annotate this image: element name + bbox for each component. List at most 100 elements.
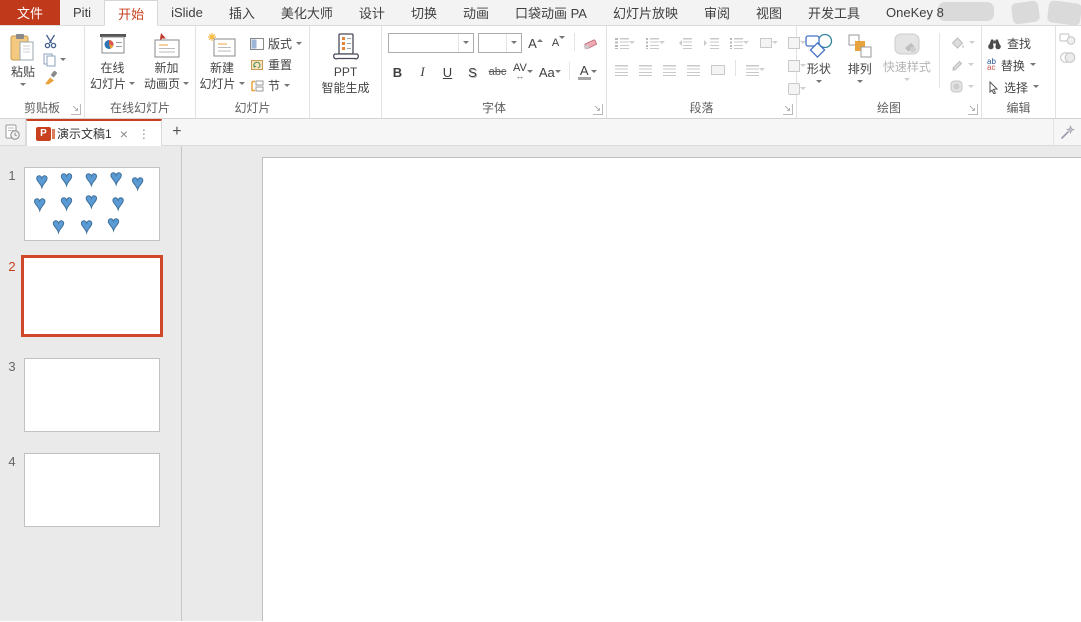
menu-tab-animations[interactable]: 动画 [450,0,502,25]
align-right-button[interactable] [660,60,679,80]
underline-button[interactable]: U [438,62,457,82]
bold-button[interactable]: B [388,62,407,82]
find-label: 查找 [1007,35,1031,52]
grow-font-button[interactable]: A [526,33,545,53]
slide-4-thumbnail[interactable] [24,453,160,527]
paragraph-dialog-launcher[interactable]: ↘ [783,104,793,115]
cut-button[interactable] [43,34,66,49]
slide-1-thumbnail[interactable]: ♥♥♥♥♥♥♥♥♥♥♥♥ [24,167,160,241]
decrease-indent-button[interactable] [673,33,695,53]
slide-4-number: 4 [0,453,24,469]
ribbon-group-smart-generate: PPT 智能生成 [310,26,382,118]
dropdown-caret-icon [296,42,302,48]
find-button[interactable]: 查找 [985,32,1041,54]
font-dialog-launcher[interactable]: ↘ [593,104,603,115]
combine-shapes-button[interactable] [1059,51,1077,64]
line-spacing-button[interactable] [727,33,752,53]
close-document-icon[interactable]: × [118,126,130,142]
heart-shape-icon: ♥ [60,192,72,213]
ribbon-group-editing: 查找 ab ac 替换 选择 编辑 [982,26,1056,118]
shrink-font-button[interactable]: A [549,33,568,53]
ribbon-group-font: A A B I U S abc AV↔ Aa A [382,26,607,118]
bullets-button[interactable] [612,33,638,53]
shape-effects-button[interactable] [947,77,978,96]
shapes-button[interactable]: 形状 [800,31,838,103]
slide-2-thumbnail[interactable] [21,255,163,337]
menu-tab-view[interactable]: 视图 [743,0,795,25]
slide-3-thumbnail[interactable] [24,358,160,432]
italic-button[interactable]: I [413,62,432,82]
decor-blob [1047,0,1081,26]
menu-tab-pocket-anim[interactable]: 口袋动画 PA [502,0,600,25]
menu-tab-developer[interactable]: 开发工具 [795,0,873,25]
new-anim-page-button[interactable]: 新加 动画页 [141,31,192,103]
increase-indent-button[interactable] [700,33,722,53]
text-shadow-button[interactable]: S [463,62,482,82]
copy-button[interactable] [43,53,66,67]
strikethrough-button[interactable]: abc [488,62,507,82]
columns-button[interactable] [743,60,768,80]
reset-icon [250,59,264,71]
document-tab-presentation1[interactable]: P 演示文稿1 × ⋮ [26,119,162,146]
format-painter-button[interactable] [43,71,66,85]
shapes-icon [804,33,834,60]
recent-files-button[interactable] [0,119,26,145]
layout-button[interactable]: 版式 [247,33,305,54]
new-document-tab-button[interactable]: + [162,119,192,145]
text-direction-button[interactable] [757,33,781,53]
clear-format-button[interactable] [581,33,600,53]
menu-tab-design[interactable]: 设计 [346,0,398,25]
align-center-button[interactable] [636,60,655,80]
menu-tab-meihua[interactable]: 美化大师 [268,0,346,25]
font-color-button[interactable]: A [578,62,597,82]
select-label: 选择 [1004,79,1028,96]
main-area: 1 ♥♥♥♥♥♥♥♥♥♥♥♥ 2 3 4 [0,146,1081,621]
menu-tab-onekey[interactable]: OneKey 8 [873,0,957,25]
arrange-button[interactable]: 排列 [841,31,879,103]
font-name-combobox[interactable] [388,33,474,53]
char-spacing-button[interactable]: AV↔ [513,62,533,82]
section-button[interactable]: 节 [247,75,305,96]
align-left-button[interactable] [612,60,631,80]
justify-button[interactable] [684,60,703,80]
new-slide-button[interactable]: 新建 幻灯片 [199,31,245,103]
distribute-button[interactable] [708,60,728,80]
font-size-combobox[interactable] [478,33,522,53]
online-slides-button[interactable]: 在线 幻灯片 [88,31,137,103]
clipboard-paste-icon [10,33,36,63]
clipboard-dialog-launcher[interactable]: ↘ [71,104,81,115]
merge-shapes-button[interactable] [1059,33,1077,45]
select-button[interactable]: 选择 [985,76,1041,98]
menu-tab-slideshow[interactable]: 幻灯片放映 [600,0,691,25]
reset-button[interactable]: 重置 [247,54,305,75]
ppt-smart-generate-button[interactable]: PPT 智能生成 [314,31,378,103]
justify-icon [687,65,700,76]
menu-tab-file[interactable]: 文件 [0,0,60,25]
paste-button[interactable]: 粘贴 [3,31,43,103]
tab-more-icon[interactable]: ⋮ [136,127,152,141]
shape-effects-icon [950,80,964,93]
slide-1-number: 1 [0,167,24,183]
shape-fill-button[interactable] [947,33,978,52]
shape-outline-button[interactable] [947,55,978,74]
menu-tab-transitions[interactable]: 切换 [398,0,450,25]
menu-tab-insert[interactable]: 插入 [216,0,268,25]
menu-tab-home[interactable]: 开始 [104,0,158,26]
layout-label: 版式 [268,35,292,52]
numbering-button[interactable] [643,33,669,53]
menu-tab-piti[interactable]: Piti [60,0,104,25]
new-slide-label-2: 幻灯片 [199,77,235,91]
magic-wand-icon [1059,124,1076,141]
replace-button[interactable]: ab ac 替换 [985,54,1041,76]
quick-styles-button[interactable]: 快速样式 [882,31,932,103]
menu-tab-islide[interactable]: iSlide [158,0,216,25]
drawing-dialog-launcher[interactable]: ↘ [968,104,978,115]
heart-shape-icon: ♥ [85,191,97,212]
h-arrows-icon: ↔ [515,72,524,80]
change-case-button[interactable]: Aa [539,62,561,82]
menu-tab-review[interactable]: 审阅 [691,0,743,25]
magic-wand-button[interactable] [1053,119,1081,145]
slide-editing-page[interactable] [262,157,1081,621]
dropdown-caret-icon [968,63,974,69]
decor-blob [1011,0,1041,25]
